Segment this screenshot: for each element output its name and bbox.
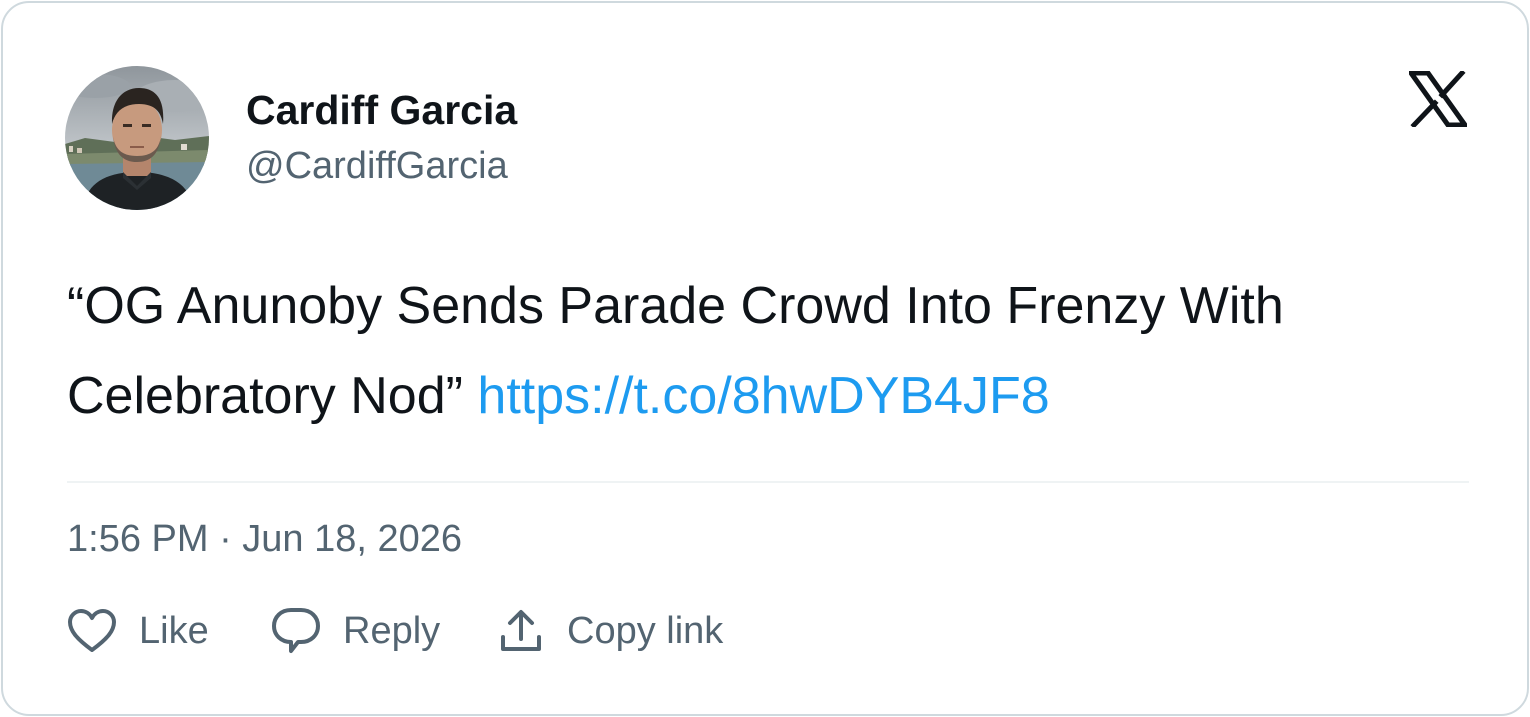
tweet-timestamp[interactable]: 1:56 PM · Jun 18, 2026 <box>67 518 462 561</box>
speech-bubble-icon <box>272 608 320 653</box>
divider <box>67 481 1469 483</box>
copy-link-label: Copy link <box>567 609 724 652</box>
heart-icon <box>68 609 116 652</box>
like-button[interactable]: Like <box>67 603 209 659</box>
author-name[interactable]: Cardiff Garcia <box>246 87 517 134</box>
tweet-card: Cardiff Garcia @CardiffGarcia “OG Anunob… <box>1 1 1529 716</box>
copy-link-button[interactable]: Copy link <box>497 603 723 659</box>
avatar-photo <box>65 66 209 210</box>
tweet-body: “OG Anunoby Sends Parade Crowd Into Fren… <box>67 261 1477 441</box>
tweet-link[interactable]: https://t.co/8hwDYB4JF8 <box>477 367 1049 425</box>
x-logo-icon[interactable] <box>1406 69 1470 129</box>
avatar[interactable] <box>65 66 209 210</box>
reply-button[interactable]: Reply <box>271 603 440 659</box>
author-handle[interactable]: @CardiffGarcia <box>246 145 508 188</box>
reply-label: Reply <box>343 609 441 652</box>
share-upload-icon <box>501 610 541 651</box>
like-label: Like <box>139 609 209 652</box>
